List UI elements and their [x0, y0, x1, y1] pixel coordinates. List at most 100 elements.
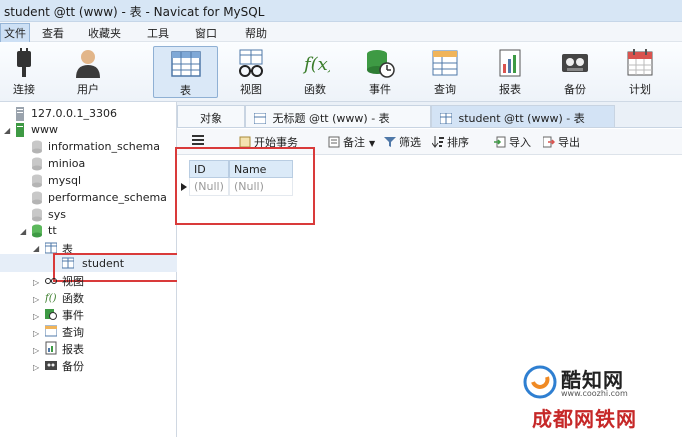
tab-label: student @tt (www) - 表: [458, 112, 585, 125]
collapse-arrow-icon[interactable]: ▷: [33, 363, 39, 372]
db-label: performance_schema: [48, 191, 167, 204]
db-label: minioa: [48, 157, 86, 170]
query-icon: [432, 50, 458, 76]
user-label: 用户: [77, 83, 99, 96]
database-icon: [32, 174, 42, 188]
report-icon: [499, 49, 521, 77]
funnel-icon: [384, 137, 396, 147]
calendar-icon: [627, 49, 653, 76]
import-label: 导入: [509, 136, 531, 149]
backup-button[interactable]: 备份: [551, 46, 599, 98]
sort-icon: [432, 136, 444, 148]
menu-tools[interactable]: 工具: [147, 25, 169, 41]
function-button[interactable]: f(x) 函数: [291, 46, 339, 98]
sort-label: 排序: [447, 136, 469, 149]
svg-text:f(): f(): [45, 293, 57, 304]
title-bar: student @tt (www) - 表 - Navicat for MySQ…: [0, 0, 682, 22]
svg-text:f(x): f(x): [302, 54, 330, 75]
watermark-site2: 成都网铁网: [530, 400, 682, 437]
export-label: 导出: [558, 136, 580, 149]
window-title: student @tt (www) - 表 - Navicat for MySQ…: [4, 5, 265, 19]
table-edit-icon: [254, 113, 266, 124]
export-button[interactable]: 导出: [543, 134, 580, 150]
menu-favorites[interactable]: 收藏夹: [88, 25, 121, 41]
expand-arrow-icon[interactable]: ◢: [20, 227, 26, 236]
schedule-button[interactable]: 计划: [616, 46, 664, 98]
import-button[interactable]: 导入: [494, 134, 531, 150]
function-icon: f(x): [302, 54, 330, 75]
server-label: www: [31, 123, 58, 136]
report-icon: [45, 341, 57, 355]
watermark-url: www.coozhi.com: [561, 389, 628, 398]
function-label: 函数: [304, 83, 326, 96]
table-label: 表: [180, 84, 191, 97]
query-label: 查询: [434, 83, 456, 96]
database-open-icon: [32, 224, 42, 238]
schedule-label: 计划: [629, 83, 651, 96]
connect-button[interactable]: 连接: [0, 46, 48, 98]
collapse-arrow-icon[interactable]: ▷: [33, 295, 39, 304]
database-icon: [32, 140, 42, 154]
menu-help[interactable]: 帮助: [245, 25, 267, 41]
menu-view[interactable]: 查看: [42, 25, 64, 41]
main-toolbar: 连接 用户 表 视图 f(x) 函数: [0, 42, 682, 102]
tab-label: 无标题 @tt (www) - 表: [272, 112, 390, 125]
menu-window[interactable]: 窗口: [195, 25, 217, 41]
filter-label: 筛选: [399, 136, 421, 149]
collapse-arrow-icon[interactable]: ▷: [33, 346, 39, 355]
sort-button[interactable]: 排序: [432, 134, 469, 150]
highlight-box: [175, 147, 315, 225]
watermark-coozhi: 酷知网 www.coozhi.com: [523, 364, 682, 400]
backup-label: 备份: [564, 83, 586, 96]
event-icon: [45, 309, 57, 320]
connect-label: 连接: [13, 83, 35, 96]
queries-label: 查询: [62, 326, 84, 339]
glasses-icon: [239, 49, 263, 77]
import-icon: [494, 136, 506, 148]
function-icon: f(): [45, 293, 57, 304]
table-button[interactable]: 表: [153, 46, 218, 98]
event-label: 事件: [369, 83, 391, 96]
view-button[interactable]: 视图: [227, 46, 275, 98]
collapse-arrow-icon[interactable]: ▷: [33, 278, 39, 287]
query-button[interactable]: 查询: [421, 46, 469, 98]
collapse-arrow-icon[interactable]: ▷: [33, 329, 39, 338]
plug-icon: [17, 48, 31, 77]
table-icon: [170, 51, 201, 77]
events-label: 事件: [62, 309, 84, 322]
report-label: 报表: [499, 83, 521, 96]
memo-button[interactable]: 备注 ▼: [328, 134, 375, 150]
collapse-arrow-icon[interactable]: ▷: [33, 312, 39, 321]
user-button[interactable]: 用户: [64, 46, 112, 98]
report-button[interactable]: 报表: [486, 46, 534, 98]
expand-arrow-icon[interactable]: ◢: [33, 244, 39, 253]
database-icon: [32, 191, 42, 205]
glasses-icon: [45, 278, 57, 284]
functions-label: 函数: [62, 292, 84, 305]
watermark-brand2: 成都网铁网: [532, 407, 637, 431]
tape-icon: [45, 361, 57, 370]
backups-label: 备份: [62, 360, 84, 373]
tab-untitled-table[interactable]: 无标题 @tt (www) - 表: [245, 105, 431, 127]
table-icon: [440, 113, 452, 124]
view-label: 视图: [240, 83, 262, 96]
expand-arrow-icon[interactable]: ◢: [4, 126, 10, 135]
event-icon: [367, 50, 395, 78]
dropdown-icon[interactable]: ▼: [369, 139, 375, 148]
database-icon: [32, 208, 42, 222]
tape-icon: [562, 54, 588, 72]
tab-student-table[interactable]: student @tt (www) - 表: [431, 105, 615, 127]
navigation-tree: 127.0.0.1_3306 ◢ www information_schema …: [0, 102, 180, 437]
filter-button[interactable]: 筛选: [384, 134, 421, 150]
server-green-icon: [16, 123, 24, 137]
event-button[interactable]: 事件: [356, 46, 404, 98]
tab-objects[interactable]: 对象: [177, 105, 245, 127]
reports-label: 报表: [62, 343, 84, 356]
db-label: tt: [48, 224, 57, 237]
menu-bar: 文件 查看 收藏夹 工具 窗口 帮助: [0, 22, 682, 43]
user-icon: [76, 50, 100, 78]
views-label: 视图: [62, 275, 84, 288]
db-label: mysql: [48, 174, 81, 187]
menu-file[interactable]: 文件: [0, 23, 30, 43]
database-icon: [32, 157, 42, 171]
